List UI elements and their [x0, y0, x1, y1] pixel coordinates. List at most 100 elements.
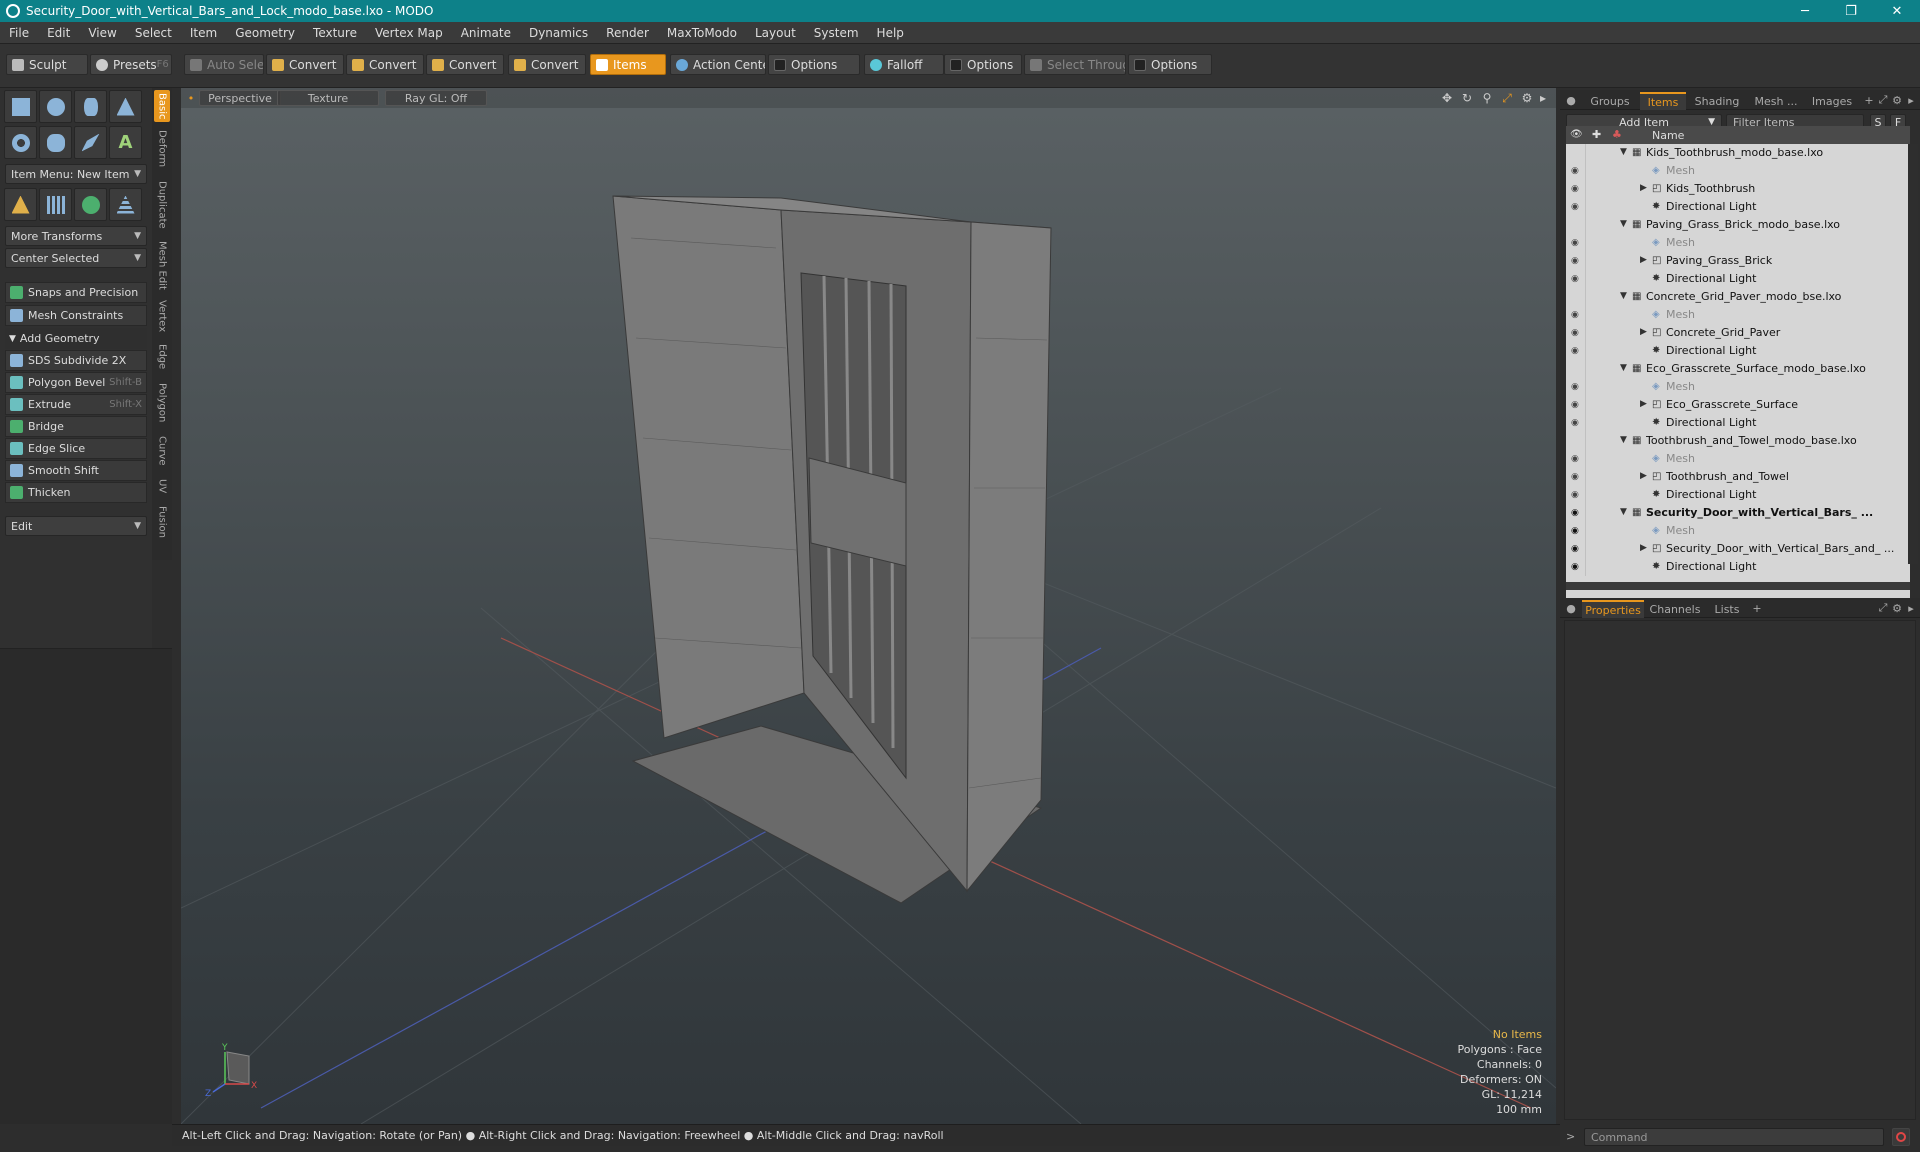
menu-texture[interactable]: Texture — [304, 26, 366, 40]
visibility-eye-icon[interactable] — [1571, 292, 1582, 302]
visibility-eye-icon[interactable]: ◉ — [1571, 184, 1582, 194]
vtab-mesh-edit[interactable]: Mesh Edit — [154, 238, 170, 292]
expand-down-icon[interactable]: ▼ — [1620, 507, 1627, 517]
item-list-hscrollbar[interactable] — [1566, 582, 1910, 590]
mesh-tool-button[interactable] — [109, 188, 142, 221]
visibility-eye-icon[interactable]: ◉ — [1571, 544, 1582, 554]
panel-arrow-icon[interactable]: ▸ — [1904, 600, 1918, 616]
visibility-eye-icon[interactable]: ◉ — [1571, 562, 1582, 572]
panel-arrow-icon[interactable]: ▸ — [1904, 92, 1918, 108]
convert-item-button[interactable]: Convert — [508, 54, 586, 75]
view-arrow-icon[interactable]: ▸ — [1536, 91, 1550, 105]
bridge-button[interactable]: Bridge — [5, 416, 147, 437]
falloff-button[interactable]: Falloff — [864, 54, 944, 75]
menu-view[interactable]: View — [79, 26, 125, 40]
action-center-button[interactable]: Action Center — [670, 54, 766, 75]
type-column-icon[interactable]: ♣ — [1612, 128, 1622, 141]
torus-tool-button[interactable] — [4, 126, 37, 159]
item-row[interactable]: ◉ ✸ Directional Light — [1566, 486, 1910, 504]
view-texture-button[interactable]: Texture — [277, 90, 379, 106]
item-row[interactable]: ◉ ✸ Directional Light — [1566, 198, 1910, 216]
items-mode-button[interactable]: Items — [590, 54, 666, 75]
menu-item[interactable]: Item — [181, 26, 226, 40]
pop-out-icon[interactable]: ⤢ — [1876, 600, 1890, 616]
visibility-eye-icon[interactable]: ◉ — [1571, 490, 1582, 500]
visibility-eye-icon[interactable]: ◉ — [1571, 256, 1582, 266]
view-perspective-button[interactable]: Perspective — [199, 90, 281, 106]
text-tool-button[interactable]: A — [109, 126, 142, 159]
expand-right-icon[interactable]: ▶ — [1640, 471, 1647, 481]
visibility-eye-icon[interactable]: ◉ — [1571, 166, 1582, 176]
item-row[interactable]: ◉ ✸ Directional Light — [1566, 414, 1910, 432]
item-row[interactable]: ◉ ▶ ◰ Concrete_Grid_Paver — [1566, 324, 1910, 342]
menu-animate[interactable]: Animate — [452, 26, 520, 40]
visibility-eye-icon[interactable]: ◉ — [1571, 382, 1582, 392]
tab-shading[interactable]: Shading — [1688, 92, 1746, 110]
expand-down-icon[interactable]: ▼ — [1620, 147, 1627, 157]
center-selected-dropdown[interactable]: Center Selected ▼ — [5, 248, 147, 268]
zoom-view-icon[interactable]: ⚲ — [1480, 91, 1494, 105]
sculpt-button[interactable]: Sculpt — [6, 54, 88, 75]
edit-dropdown[interactable]: Edit ▼ — [5, 516, 147, 536]
visibility-eye-icon[interactable]: ◉ — [1571, 508, 1582, 518]
cylinder-tool-button[interactable] — [74, 90, 107, 123]
rotate-view-icon[interactable]: ↻ — [1460, 91, 1474, 105]
item-row[interactable]: ◉ ▶ ◰ Security_Door_with_Vertical_Bars_and_… — [1566, 540, 1910, 558]
visibility-eye-icon[interactable]: ◉ — [1571, 328, 1582, 338]
vtab-uv[interactable]: UV — [154, 474, 170, 498]
row-lock-cell[interactable] — [1585, 504, 1635, 522]
convert-vertex-button[interactable]: Convert — [266, 54, 344, 75]
move-view-icon[interactable]: ✥ — [1440, 91, 1454, 105]
thicken-button[interactable]: Thicken — [5, 482, 147, 503]
maximize-view-icon[interactable]: ⤢ — [1500, 91, 1514, 105]
panel-settings-icon[interactable]: ⚙ — [1890, 600, 1904, 616]
expand-right-icon[interactable]: ▶ — [1640, 543, 1647, 553]
name-column-header[interactable]: Name — [1652, 129, 1684, 142]
maximize-button[interactable]: ❐ — [1828, 0, 1874, 22]
row-lock-cell[interactable] — [1585, 486, 1635, 504]
item-row[interactable]: ◉ ✸ Directional Light — [1566, 270, 1910, 288]
tab-properties[interactable]: Properties — [1582, 600, 1644, 618]
select-through-button[interactable]: Select Through — [1024, 54, 1126, 75]
polygon-bevel-button[interactable]: Polygon Bevel Shift-B — [5, 372, 147, 393]
item-list[interactable]: ▼ ▦ Kids_Toothbrush_modo_base.lxo ◉ ◈ Mesh ◉ ▶ ◰… — [1566, 144, 1910, 600]
visibility-eye-icon[interactable] — [1571, 148, 1582, 158]
visibility-eye-icon[interactable]: ◉ — [1571, 400, 1582, 410]
menu-edit[interactable]: Edit — [38, 26, 79, 40]
action-center-options-button[interactable]: Options — [768, 54, 860, 75]
add-tab-icon[interactable]: + — [1862, 92, 1876, 108]
vtab-fusion[interactable]: Fusion — [154, 502, 170, 542]
convert-edge-button[interactable]: Convert — [346, 54, 424, 75]
menu-file[interactable]: File — [0, 26, 38, 40]
viewport-menu-icon[interactable]: • — [187, 90, 195, 106]
row-lock-cell[interactable] — [1585, 216, 1635, 234]
visibility-column-eye-icon[interactable]: 👁 — [1570, 129, 1583, 140]
item-row[interactable]: ▼ ▦ Paving_Grass_Brick_modo_base.lxo — [1566, 216, 1910, 234]
row-lock-cell[interactable] — [1585, 432, 1635, 450]
visibility-eye-icon[interactable]: ◉ — [1571, 274, 1582, 284]
record-macro-button[interactable] — [1892, 1128, 1910, 1146]
item-row[interactable]: ◉ ◈ Mesh — [1566, 234, 1910, 252]
row-lock-cell[interactable] — [1585, 468, 1635, 486]
row-lock-cell[interactable] — [1585, 162, 1635, 180]
menu-system[interactable]: System — [805, 26, 868, 40]
item-row[interactable]: ◉ ◈ Mesh — [1566, 162, 1910, 180]
sds-subdivide-button[interactable]: SDS Subdivide 2X — [5, 350, 147, 371]
item-list-scrollbar[interactable] — [1908, 144, 1918, 564]
sphere-tool-button[interactable] — [39, 90, 72, 123]
visibility-eye-icon[interactable]: ◉ — [1571, 310, 1582, 320]
expand-right-icon[interactable]: ▶ — [1640, 327, 1647, 337]
item-menu-dropdown[interactable]: Item Menu: New Item ▼ — [5, 164, 147, 184]
tab-groups[interactable]: Groups — [1582, 92, 1638, 110]
visibility-eye-icon[interactable]: ◉ — [1571, 454, 1582, 464]
convert-polygon-button[interactable]: Convert — [426, 54, 504, 75]
pop-out-icon[interactable]: ⤢ — [1876, 92, 1890, 108]
item-row[interactable]: ◉ ▶ ◰ Toothbrush_and_Towel — [1566, 468, 1910, 486]
vtab-curve[interactable]: Curve — [154, 432, 170, 470]
transform-tool-button[interactable] — [4, 188, 37, 221]
row-lock-cell[interactable] — [1585, 306, 1635, 324]
item-row[interactable]: ◉ ◈ Mesh — [1566, 306, 1910, 324]
visibility-eye-icon[interactable]: ◉ — [1571, 472, 1582, 482]
row-lock-cell[interactable] — [1585, 270, 1635, 288]
row-lock-cell[interactable] — [1585, 378, 1635, 396]
